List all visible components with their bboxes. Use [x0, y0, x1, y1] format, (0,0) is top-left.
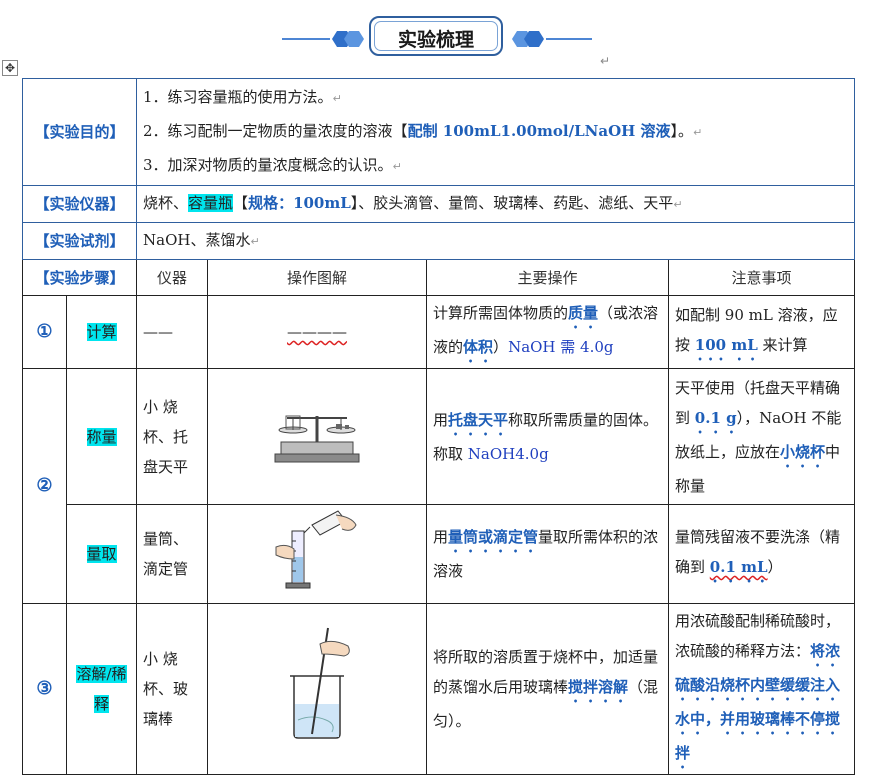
operation-calculate: 计算所需固体物质的质量（或浓溶液的体积）NaOH 需 4.0g — [426, 295, 670, 369]
instruments-pre: 烧杯、 — [143, 194, 189, 212]
instrument-measure: 量筒、滴定管 — [136, 504, 209, 604]
reagents-text: NaOH、蒸馏水 — [143, 231, 251, 249]
step-number-2: ② — [22, 368, 67, 604]
notes-measure: 量筒残留液不要洗涤（精确到 0.1 mL） — [668, 504, 856, 604]
instruments-bracket: 【 — [233, 194, 249, 212]
step-name-measure: 量取 — [65, 504, 138, 604]
purpose-item-2-pre: 2．练习配制一定物质的量浓度的溶液【 — [143, 122, 408, 140]
purpose-label: 【实验目的】 — [21, 78, 138, 186]
cylinder-pouring-icon — [275, 510, 357, 589]
operation-measure: 用量筒或滴定管量取所需体积的浓溶液 — [426, 504, 670, 604]
instruments-content: 烧杯、容量瓶【规格：100mL】、胶头滴管、量筒、玻璃棒、药匙、滤纸、天平↵ — [136, 185, 856, 223]
step-name-calculate: 计算 — [65, 295, 138, 369]
step-row-dissolve: ③ 溶解/稀释 小 烧杯、玻璃棒 将所取的溶质置于烧杯中，加适量的蒸馏水后用玻璃… — [22, 603, 856, 775]
beaker-stirring-icon — [290, 627, 350, 739]
step-row-weigh: ② 称量 小 烧杯、托盘天平 用托盘天平称取所需质量的固体。称取 NaOH4.0… — [22, 368, 856, 604]
diagram-measure — [207, 504, 428, 604]
instruments-post: 】、胶头滴管、量筒、玻璃棒、药匙、滤纸、天平 — [350, 194, 674, 212]
banner-title: 实验梳理 — [397, 29, 474, 51]
instruments-label: 【实验仪器】 — [21, 185, 138, 223]
banner-title-box: 实验梳理 — [369, 16, 503, 56]
purpose-content: 1．练习容量瓶的使用方法。↵ 2．练习配制一定物质的量浓度的溶液【配制 100m… — [136, 78, 856, 186]
balance-icon — [274, 415, 360, 462]
instruments-row: 【实验仪器】 烧杯、容量瓶【规格：100mL】、胶头滴管、量筒、玻璃棒、药匙、滤… — [21, 185, 856, 223]
step-row-measure: 量取 量筒、滴定管 用量筒或滴定管量取所需体积的浓溶液 量筒残留液不要洗涤（精确… — [23, 504, 856, 604]
step-name-dissolve: 溶解/稀释 — [65, 603, 138, 775]
purpose-row: 【实验目的】 1．练习容量瓶的使用方法。↵ 2．练习配制一定物质的量浓度的溶液【… — [21, 78, 856, 186]
instrument-calculate: —— — [136, 295, 209, 369]
experiment-table: 【实验目的】 1．练习容量瓶的使用方法。↵ 2．练习配制一定物质的量浓度的溶液【… — [21, 78, 856, 775]
purpose-item-3: 3．加深对物质的量浓度概念的认识。 — [143, 156, 393, 174]
banner-right-line — [546, 38, 592, 40]
header-operation: 主要操作 — [426, 259, 670, 296]
steps-header-row: 【实验步骤】 仪器 操作图解 主要操作 注意事项 — [21, 259, 856, 296]
instrument-weigh: 小 烧杯、托盘天平 — [136, 368, 209, 505]
instruments-spec: 规格：100mL — [248, 194, 351, 212]
reagents-row: 【实验试剂】 NaOH、蒸馏水↵ — [21, 222, 856, 260]
purpose-item-1: 1．练习容量瓶的使用方法。 — [143, 88, 333, 106]
steps-label: 【实验步骤】 — [21, 259, 138, 296]
header-diagram: 操作图解 — [207, 259, 428, 296]
diagram-calculate: ———— — [207, 295, 428, 369]
right-hexagons-icon — [512, 31, 544, 47]
volumetric-flask-highlight: 容量瓶 — [188, 194, 234, 212]
operation-weigh: 用托盘天平称取所需质量的固体。称取 NaOH4.0g — [426, 368, 670, 505]
step-name-weigh: 称量 — [65, 368, 138, 505]
step-number-1: ① — [22, 295, 67, 369]
step-row-calculate: ① 计算 —— ———— 计算所需固体物质的质量（或浓溶液的体积）NaOH 需 … — [22, 295, 856, 369]
purpose-item-2-post: 】。 — [670, 122, 694, 140]
diagram-weigh — [207, 368, 428, 505]
notes-dissolve: 用浓硫酸配制稀硫酸时，浓硫酸的稀释方法：将浓硫酸沿烧杯内壁缓缓注入水中，并用玻璃… — [668, 603, 856, 775]
reagents-content: NaOH、蒸馏水↵ — [136, 222, 856, 260]
move-handle-icon[interactable]: ✥ — [2, 60, 18, 76]
left-hexagons-icon — [332, 31, 364, 47]
operation-dissolve: 将所取的溶质置于烧杯中，加适量的蒸馏水后用玻璃棒搅拌溶解（混匀）。 — [426, 603, 670, 775]
reagents-label: 【实验试剂】 — [21, 222, 138, 260]
instrument-dissolve: 小 烧杯、玻璃棒 — [136, 603, 209, 775]
diagram-dissolve — [207, 603, 428, 775]
step-number-3: ③ — [22, 603, 67, 775]
header-instrument: 仪器 — [136, 259, 209, 296]
title-banner: 实验梳理 — [0, 0, 874, 62]
paragraph-mark-icon: ↵ — [600, 54, 611, 68]
banner-left-line — [282, 38, 330, 40]
notes-calculate: 如配制 90 mL 溶液，应按 100 mL 来计算 — [668, 295, 856, 369]
notes-weigh: 天平使用（托盘天平精确到 0.1 g），NaOH 不能放纸上，应放在小烧杯中称量 — [668, 368, 856, 505]
header-notes: 注意事项 — [668, 259, 856, 296]
purpose-item-2-highlight: 配制 100mL1.00mol/LNaOH 溶液 — [407, 122, 671, 140]
